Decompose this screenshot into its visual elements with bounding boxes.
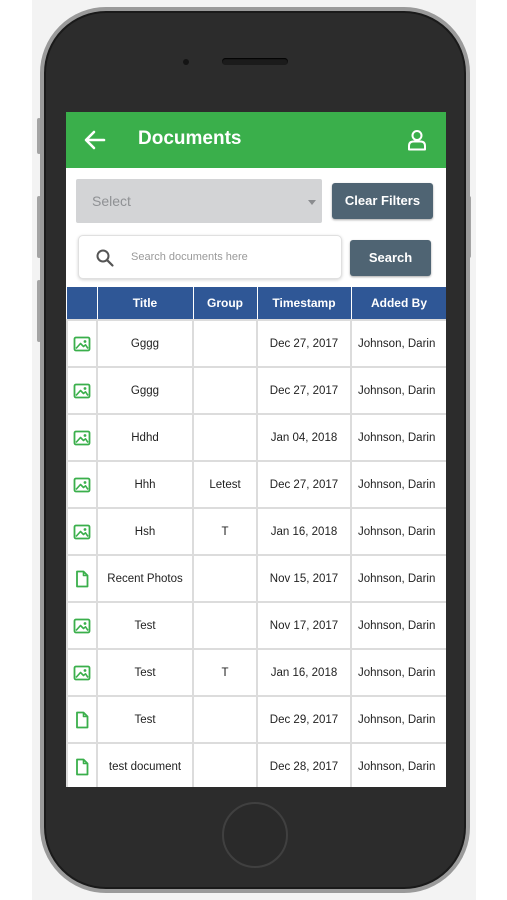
row-group xyxy=(192,742,258,787)
row-title[interactable]: Test xyxy=(96,648,194,697)
table-row[interactable]: Hhh Letest Dec 27, 2017 Johnson, Darin xyxy=(66,460,446,509)
row-title[interactable]: Test xyxy=(96,601,194,650)
row-added-by: Johnson, Darin xyxy=(350,648,446,697)
row-title[interactable]: Hsh xyxy=(96,507,194,556)
row-title[interactable]: Gggg xyxy=(96,366,194,415)
row-type-cell xyxy=(66,554,98,603)
user-icon[interactable] xyxy=(407,129,427,151)
file-icon xyxy=(73,570,91,587)
row-added-by: Johnson, Darin xyxy=(350,554,446,603)
clear-filters-button[interactable]: Clear Filters xyxy=(332,183,433,219)
search-box[interactable] xyxy=(78,235,342,279)
filter-select[interactable]: Select xyxy=(76,179,322,223)
row-timestamp: Nov 17, 2017 xyxy=(256,601,352,650)
table-row[interactable]: Hdhd Jan 04, 2018 Johnson, Darin xyxy=(66,413,446,462)
column-header-group[interactable]: Group xyxy=(193,287,258,320)
arrow-left-icon[interactable] xyxy=(84,130,106,150)
app-header: Documents xyxy=(66,112,446,168)
row-title[interactable]: Recent Photos xyxy=(96,554,194,603)
search-icon xyxy=(96,249,114,267)
row-title[interactable]: Gggg xyxy=(96,319,194,368)
row-timestamp: Jan 16, 2018 xyxy=(256,507,352,556)
row-added-by: Johnson, Darin xyxy=(350,366,446,415)
row-group xyxy=(192,601,258,650)
row-title[interactable]: Test xyxy=(96,695,194,744)
image-icon xyxy=(73,524,91,539)
search-input[interactable] xyxy=(131,246,331,268)
chevron-down-icon xyxy=(308,200,316,205)
row-title[interactable]: Hdhd xyxy=(96,413,194,462)
row-timestamp: Jan 16, 2018 xyxy=(256,648,352,697)
row-added-by: Johnson, Darin xyxy=(350,742,446,787)
row-timestamp: Dec 27, 2017 xyxy=(256,366,352,415)
row-group xyxy=(192,319,258,368)
column-header-timestamp[interactable]: Timestamp xyxy=(257,287,352,320)
page-title: Documents xyxy=(138,128,242,149)
image-icon xyxy=(73,430,91,445)
column-header-title[interactable]: Title xyxy=(97,287,194,320)
row-added-by: Johnson, Darin xyxy=(350,507,446,556)
row-group: T xyxy=(192,648,258,697)
row-group: T xyxy=(192,507,258,556)
row-added-by: Johnson, Darin xyxy=(350,601,446,650)
table-row[interactable]: Test Dec 29, 2017 Johnson, Darin xyxy=(66,695,446,744)
row-timestamp: Dec 29, 2017 xyxy=(256,695,352,744)
front-camera xyxy=(183,59,189,65)
table-row[interactable]: Gggg Dec 27, 2017 Johnson, Darin xyxy=(66,366,446,415)
row-timestamp: Dec 27, 2017 xyxy=(256,460,352,509)
image-icon xyxy=(73,383,91,398)
image-icon xyxy=(73,618,91,633)
row-added-by: Johnson, Darin xyxy=(350,319,446,368)
table-row[interactable]: Test Nov 17, 2017 Johnson, Darin xyxy=(66,601,446,650)
row-title[interactable]: test document xyxy=(96,742,194,787)
row-timestamp: Nov 15, 2017 xyxy=(256,554,352,603)
earpiece-speaker xyxy=(222,58,288,65)
search-button[interactable]: Search xyxy=(350,240,431,276)
row-added-by: Johnson, Darin xyxy=(350,695,446,744)
image-icon xyxy=(73,665,91,680)
file-icon xyxy=(73,758,91,775)
column-header-type xyxy=(67,287,98,320)
table-row[interactable]: Hsh T Jan 16, 2018 Johnson, Darin xyxy=(66,507,446,556)
row-group xyxy=(192,695,258,744)
table-row[interactable]: Gggg Dec 27, 2017 Johnson, Darin xyxy=(66,319,446,368)
home-button[interactable] xyxy=(222,802,288,868)
table-row[interactable]: Test T Jan 16, 2018 Johnson, Darin xyxy=(66,648,446,697)
documents-table: Title Group Timestamp Added By Gggg Dec 2… xyxy=(66,287,446,787)
column-header-added-by[interactable]: Added By xyxy=(351,287,446,320)
row-timestamp: Dec 27, 2017 xyxy=(256,319,352,368)
row-type-cell xyxy=(66,319,98,368)
row-group xyxy=(192,413,258,462)
row-group xyxy=(192,366,258,415)
row-type-cell xyxy=(66,507,98,556)
row-type-cell xyxy=(66,366,98,415)
row-type-cell xyxy=(66,695,98,744)
table-header-row: Title Group Timestamp Added By xyxy=(67,287,446,320)
app-screen: Documents Select Clear Filters Search Ti… xyxy=(66,112,446,787)
row-timestamp: Jan 04, 2018 xyxy=(256,413,352,462)
row-timestamp: Dec 28, 2017 xyxy=(256,742,352,787)
row-type-cell xyxy=(66,648,98,697)
row-type-cell xyxy=(66,601,98,650)
filter-select-value: Select xyxy=(92,193,131,209)
row-title[interactable]: Hhh xyxy=(96,460,194,509)
row-group: Letest xyxy=(192,460,258,509)
file-icon xyxy=(73,711,91,728)
row-type-cell xyxy=(66,460,98,509)
image-icon xyxy=(73,336,91,351)
table-row[interactable]: Recent Photos Nov 15, 2017 Johnson, Darin xyxy=(66,554,446,603)
row-type-cell xyxy=(66,742,98,787)
row-added-by: Johnson, Darin xyxy=(350,413,446,462)
table-body: Gggg Dec 27, 2017 Johnson, Darin Gggg Dec 27… xyxy=(66,319,446,787)
image-icon xyxy=(73,477,91,492)
row-added-by: Johnson, Darin xyxy=(350,460,446,509)
row-group xyxy=(192,554,258,603)
row-type-cell xyxy=(66,413,98,462)
table-row[interactable]: test document Dec 28, 2017 Johnson, Darin xyxy=(66,742,446,787)
